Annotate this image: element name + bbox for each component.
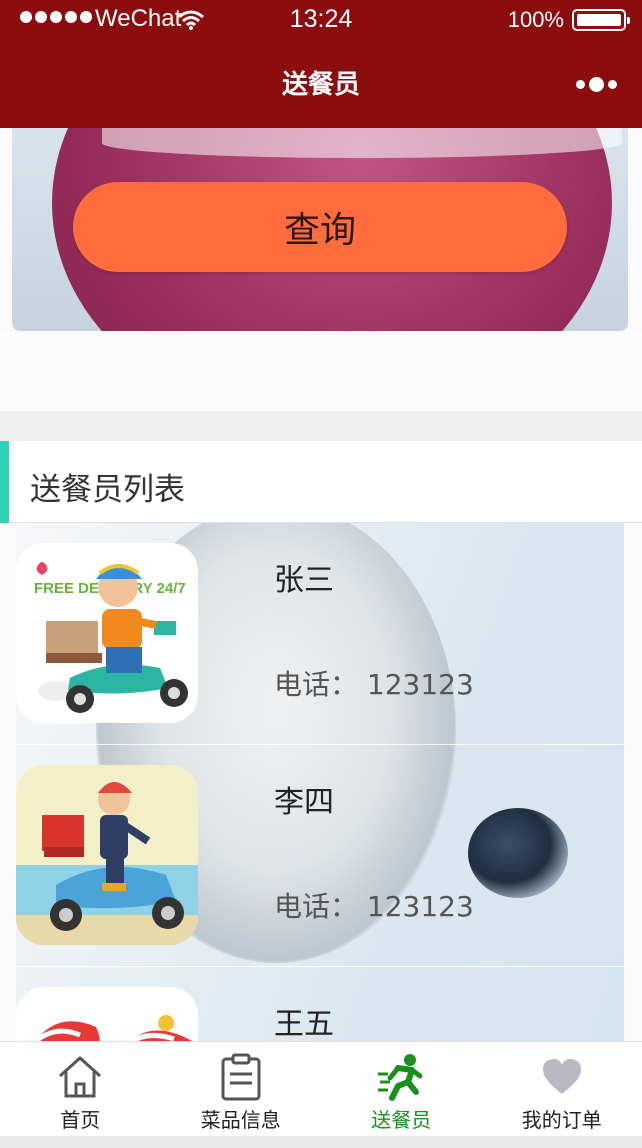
tab-couriers[interactable]: 送餐员 [321, 1042, 482, 1137]
tab-home[interactable]: 首页 [0, 1042, 161, 1137]
tab-dishes[interactable]: 菜品信息 [161, 1042, 322, 1137]
courier-name: 王五 [274, 1007, 334, 1042]
courier-avatar: FREE DELIVERY 24/7 [16, 543, 198, 723]
section-divider [0, 411, 642, 441]
delivery-scooter-illustration: FREE DELIVERY 24/7 [16, 543, 198, 723]
list-item[interactable]: FREE DELIVERY 24/7 张三 电话： 123 [16, 523, 624, 745]
courier-name: 张三 [274, 563, 334, 598]
section-title: 送餐员列表 [30, 472, 185, 508]
tab-label: 菜品信息 [200, 1108, 281, 1132]
battery-percent: 100% [507, 7, 564, 32]
courier-phone: 电话： 123123 [274, 890, 474, 923]
home-indicator-strip [0, 1136, 642, 1148]
tab-label: 我的订单 [521, 1108, 602, 1132]
top-bar: WeChat 13:24 100% 送餐员 [0, 0, 642, 128]
home-icon [59, 1056, 102, 1098]
courier-name: 李四 [274, 785, 334, 820]
status-bar: WeChat 13:24 100% [0, 0, 642, 40]
courier-avatar [16, 765, 198, 945]
tab-my-orders[interactable]: 我的订单 [482, 1042, 642, 1137]
helmet-illustration [16, 987, 198, 1043]
more-options-icon[interactable] [576, 72, 620, 96]
list-item[interactable]: 王五 [16, 967, 624, 1043]
query-button[interactable]: 查询 [73, 182, 567, 272]
clipboard-icon [221, 1053, 261, 1101]
running-courier-icon [378, 1054, 423, 1101]
scooter-rider-illustration [16, 765, 198, 945]
heart-icon [542, 1059, 581, 1094]
spacer [0, 331, 642, 411]
section-header: 送餐员列表 [0, 441, 642, 523]
tab-label: 首页 [60, 1108, 101, 1132]
section-accent-bar [0, 441, 9, 523]
page: WeChat 13:24 100% 送餐员 查询 送餐员列表 FREE 24/7… [0, 0, 642, 1148]
tab-bar: 首页 菜品信息 送餐员 我的订单 [0, 1041, 642, 1136]
page-title: 送餐员 [281, 70, 360, 100]
courier-list: FREE DELIVERY 24/7 张三 电话： 123 [16, 523, 624, 1043]
list-item[interactable]: 李四 电话： 123123 [16, 745, 624, 967]
tab-label: 送餐员 [371, 1108, 432, 1132]
courier-phone: 电话： 123123 [274, 668, 474, 701]
courier-avatar [16, 987, 198, 1043]
bowl-rim [102, 128, 622, 158]
battery-icon [572, 9, 630, 31]
